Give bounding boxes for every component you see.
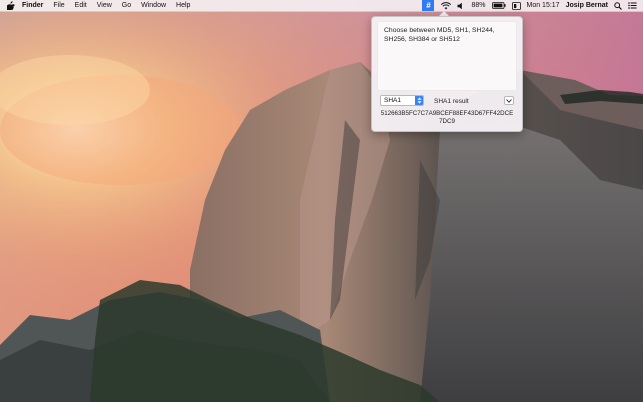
hash-output-text[interactable]: 512663B5FC7C7A9BCEF88EF43D67FF42DCE7DC9 [380, 110, 514, 126]
menu-help[interactable]: Help [171, 0, 195, 11]
hash-input-textarea[interactable]: Choose between MD5, SH1, SH244, SH256, S… [377, 21, 517, 91]
user-name[interactable]: Josip Bernat [563, 0, 611, 11]
menu-bar-left: Finder File Edit View Go Window Help [0, 0, 195, 11]
battery-icon[interactable] [489, 0, 509, 11]
menu-go[interactable]: Go [117, 0, 136, 11]
menu-app-name[interactable]: Finder [17, 0, 48, 11]
volume-icon[interactable] [454, 0, 468, 11]
desktop-wallpaper [0, 0, 643, 402]
algorithm-select[interactable]: SHA1 [380, 95, 424, 106]
spotlight-search-icon[interactable] [611, 0, 625, 11]
apple-logo-icon[interactable] [6, 0, 15, 11]
hash-popover: Choose between MD5, SH1, SH244, SH256, S… [371, 16, 523, 132]
chevron-down-icon [506, 98, 512, 103]
wifi-icon[interactable] [438, 0, 454, 11]
algorithm-selected-value: SHA1 [384, 97, 401, 104]
user-switch-icon[interactable] [509, 0, 524, 11]
clock[interactable]: Mon 15:17 [524, 0, 563, 11]
menu-window[interactable]: Window [136, 0, 171, 11]
select-arrows-icon [415, 96, 423, 105]
result-label: SHA1 result [434, 98, 469, 105]
menu-view[interactable]: View [92, 0, 117, 11]
menu-file[interactable]: File [48, 0, 69, 11]
result-options-button[interactable] [504, 96, 514, 105]
battery-percent[interactable]: 88% [468, 0, 488, 11]
notification-center-icon[interactable] [625, 0, 640, 11]
hash-app-status-button[interactable]: # [422, 0, 435, 11]
menu-edit[interactable]: Edit [70, 0, 92, 11]
menu-bar: Finder File Edit View Go Window Help # 8… [0, 0, 643, 12]
menu-bar-status: # 88% Mon 15:17 Josip Bernat [422, 0, 643, 11]
